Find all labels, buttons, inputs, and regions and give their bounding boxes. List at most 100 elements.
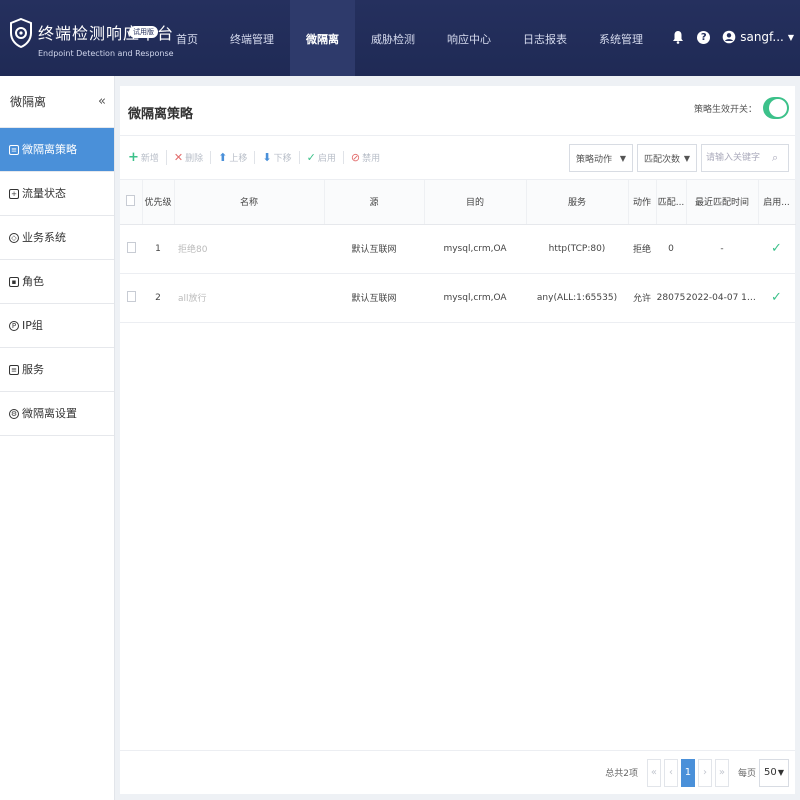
close-icon: ✕ (173, 151, 184, 164)
toolbar-actions: + 新增 ✕ 删除 ⬆ 上移 ⬇ 下移 ✓ 启用 ⊘ 禁用 (128, 150, 387, 165)
row-checkbox[interactable] (126, 241, 136, 253)
table-row[interactable]: 1 拒绝80 默认互联网 mysql,crm,OA http(TCP:80) 拒… (120, 224, 795, 274)
priority-cell: 1 (142, 224, 174, 274)
sidebar-title: 微隔离 (10, 95, 47, 109)
prev-page-button[interactable]: ‹ (663, 758, 678, 787)
nav-log-reports[interactable]: 日志报表 (507, 0, 583, 76)
col-enabled[interactable]: 启用... (758, 180, 796, 225)
total-count: 总共2项 (605, 769, 638, 779)
destination-cell: mysql,crm,OA (424, 224, 526, 274)
source-cell: 默认互联网 (324, 273, 424, 323)
move-down-button[interactable]: ⬇ 下移 (255, 151, 300, 164)
toggle-knob (769, 99, 787, 117)
sidebar: 微隔离 « ≡ 微隔离策略 + 流量状态 ◇ 业务系统 ▪ 角色 P IP组 ≡… (0, 76, 115, 800)
col-last-match-time[interactable]: 最近匹配时间 (686, 180, 759, 225)
sidebar-item-label: 微隔离设置 (22, 406, 77, 420)
chevron-down-icon: ▼ (619, 153, 626, 163)
page-size-value: 50 (764, 767, 777, 778)
policy-action-select[interactable]: 策略动作 ▼ (569, 144, 633, 172)
match-count-cell: 28075 (656, 273, 686, 323)
last-match-cell: - (686, 224, 758, 274)
per-page-label: 每页 (737, 769, 756, 779)
filters: 策略动作 ▼ 匹配次数 ▼ ⌕ (569, 144, 789, 172)
trial-badge: 试用版 (129, 26, 158, 38)
col-source[interactable]: 源 (324, 180, 425, 225)
search-box: ⌕ (701, 144, 789, 172)
match-count-select[interactable]: 匹配次数 ▼ (637, 144, 697, 172)
col-priority[interactable]: 优先级 (142, 180, 175, 225)
action-cell: 允许 (628, 273, 656, 323)
row-checkbox-cell (120, 224, 142, 274)
search-icon[interactable]: ⌕ (772, 151, 778, 165)
col-name[interactable]: 名称 (174, 180, 325, 225)
sidebar-item-ip-group[interactable]: P IP组 (0, 304, 114, 348)
toolbar: + 新增 ✕ 删除 ⬆ 上移 ⬇ 下移 ✓ 启用 ⊘ 禁用 策略动作 ▼ 匹配次… (120, 136, 795, 180)
nav-micro-isolation[interactable]: 微隔离 (290, 0, 355, 76)
bell-icon[interactable] (671, 30, 685, 44)
sidebar-item-settings[interactable]: ⚙ 微隔离设置 (0, 392, 114, 436)
enable-label: 启用 (317, 154, 336, 164)
priority-cell: 2 (142, 273, 174, 323)
nav-endpoint-management[interactable]: 终端管理 (214, 0, 290, 76)
name-cell[interactable]: 拒绝80 (174, 224, 324, 274)
business-icon: ◇ (9, 232, 19, 243)
switch-label: 策略生效开关： (693, 105, 757, 115)
policy-icon: ≡ (9, 144, 19, 155)
table-row[interactable]: 2 all放行 默认互联网 mysql,crm,OA any(ALL:1:655… (120, 273, 795, 323)
policy-panel: 微隔离策略 策略生效开关： + 新增 ✕ 删除 ⬆ 上移 ⬇ 下移 ✓ 启用 ⊘… (120, 86, 796, 794)
search-input[interactable] (702, 145, 772, 171)
nav-threat-detection[interactable]: 威胁检测 (355, 0, 431, 76)
name-cell[interactable]: all放行 (174, 273, 324, 323)
row-checkbox-cell (120, 273, 142, 323)
shield-logo-icon (10, 18, 32, 48)
select-all-checkbox[interactable] (126, 194, 136, 206)
nav-response-center[interactable]: 响应中心 (431, 0, 507, 76)
collapse-icon[interactable]: « (98, 76, 106, 128)
sidebar-item-policy[interactable]: ≡ 微隔离策略 (0, 128, 114, 172)
add-button[interactable]: + 新增 (128, 150, 167, 165)
col-action[interactable]: 动作 (628, 180, 657, 225)
page-title: 微隔离策略 (128, 107, 194, 122)
last-match-cell: 2022-04-07 10:07:00 (686, 273, 758, 323)
enabled-check-icon[interactable]: ✓ (758, 224, 795, 274)
sidebar-header: 微隔离 « (0, 76, 114, 128)
col-destination[interactable]: 目的 (424, 180, 527, 225)
nav-home[interactable]: 首页 (160, 0, 214, 76)
nav-system-management[interactable]: 系统管理 (583, 0, 659, 76)
col-service[interactable]: 服务 (526, 180, 629, 225)
top-bar: 终端检测响应平台 试用版 Endpoint Detection and Resp… (0, 0, 800, 76)
next-page-button[interactable]: › (697, 758, 712, 787)
table-header-row: 优先级 名称 源 目的 服务 动作 匹配... 最近匹配时间 启用... (120, 180, 796, 225)
enabled-check-icon[interactable]: ✓ (758, 273, 795, 323)
policy-enable-toggle[interactable] (763, 97, 789, 119)
last-page-button[interactable]: » (714, 758, 729, 787)
help-icon[interactable]: ? (697, 30, 711, 44)
add-label: 新增 (140, 154, 159, 164)
service-cell: http(TCP:80) (526, 224, 628, 274)
sidebar-item-service[interactable]: ≡ 服务 (0, 348, 114, 392)
panel-header: 微隔离策略 策略生效开关： (120, 86, 795, 136)
page-1-button[interactable]: 1 (680, 758, 695, 787)
sidebar-item-role[interactable]: ▪ 角色 (0, 260, 114, 304)
sidebar-item-traffic[interactable]: + 流量状态 (0, 172, 114, 216)
disable-button[interactable]: ⊘ 禁用 (344, 151, 387, 164)
row-checkbox[interactable] (126, 290, 136, 302)
col-match-count[interactable]: 匹配... (656, 180, 687, 225)
brand-subtitle: Endpoint Detection and Response (38, 49, 174, 58)
sidebar-item-business[interactable]: ◇ 业务系统 (0, 216, 114, 260)
move-up-button[interactable]: ⬆ 上移 (211, 151, 256, 164)
header-actions: ? sangf... ▼ (671, 30, 794, 44)
delete-button[interactable]: ✕ 删除 (167, 151, 212, 164)
ban-icon: ⊘ (350, 151, 361, 164)
delete-label: 删除 (185, 154, 204, 164)
select-all-cell (120, 180, 143, 225)
user-menu[interactable]: sangf... ▼ (722, 30, 794, 44)
match-count-value: 匹配次数 (644, 154, 681, 165)
move-down-label: 下移 (273, 154, 292, 164)
first-page-button[interactable]: « (646, 758, 661, 787)
caret-down-icon: ▼ (787, 32, 794, 42)
sidebar-item-label: 微隔离策略 (22, 142, 77, 156)
page-size-select[interactable]: 50 ▼ (759, 758, 789, 787)
enable-button[interactable]: ✓ 启用 (300, 151, 344, 164)
source-cell: 默认互联网 (324, 224, 424, 274)
